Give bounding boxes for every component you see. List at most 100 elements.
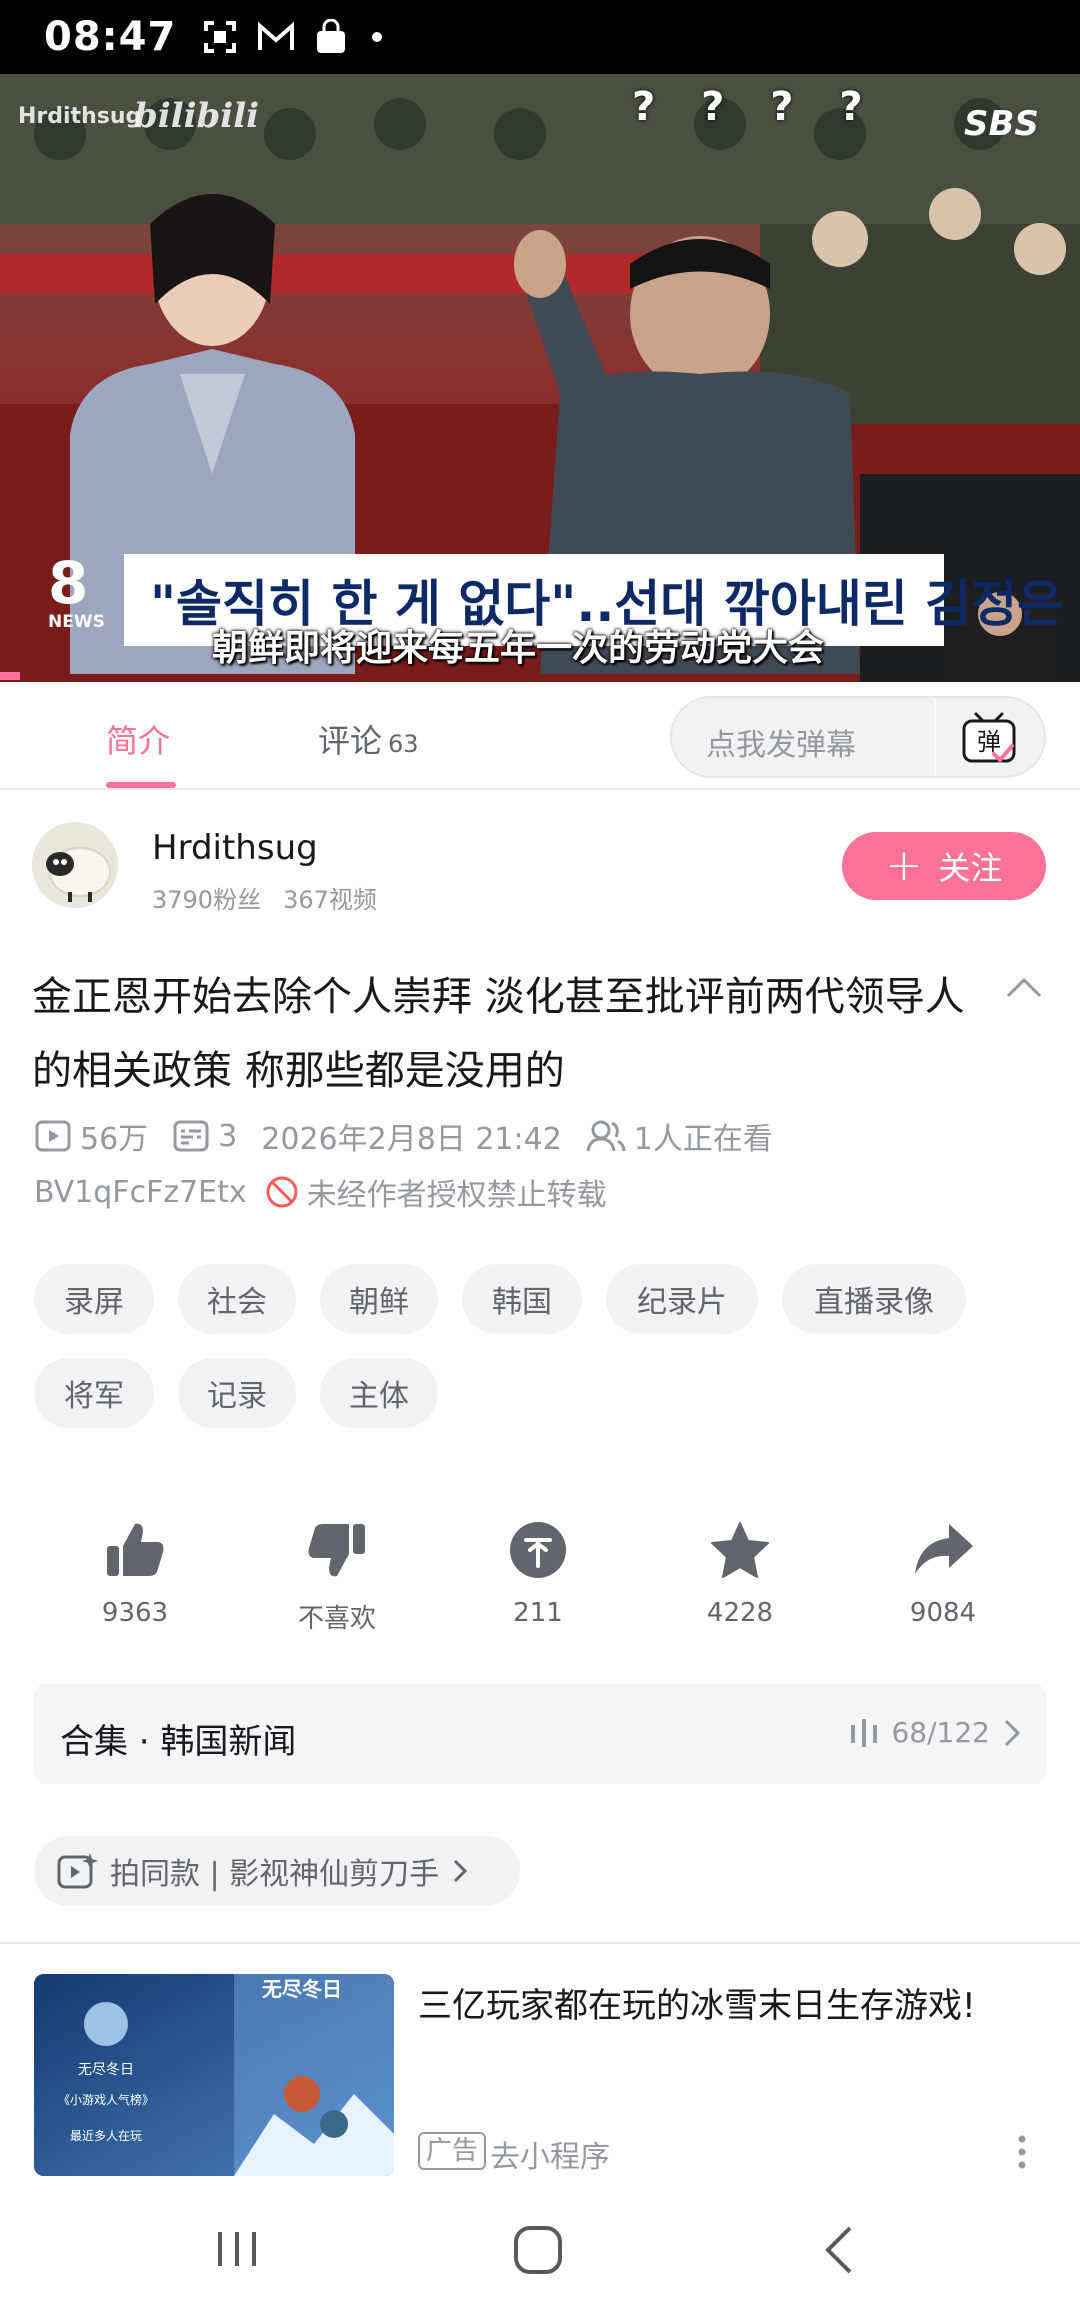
chevron-right-icon — [454, 1859, 468, 1883]
dislike-button[interactable]: 不喜欢 — [267, 1520, 407, 1635]
news-logo: 8 NEWS — [48, 554, 105, 632]
news-logo-number: 8 — [48, 549, 89, 617]
favorite-count: 4228 — [706, 1598, 774, 1628]
news-logo-text: NEWS — [48, 612, 105, 632]
ad-thumbnail-art: 无尽冬日 《小游戏人气榜》 最近多人在玩 无尽冬日 — [34, 1974, 394, 2176]
watching-people-icon — [586, 1120, 626, 1152]
uploader-videos: 367视频 — [283, 886, 377, 914]
publish-date: 2026年2月8日 21:42 — [261, 1122, 562, 1157]
ad-badge: 广告 — [418, 2132, 487, 2170]
ad-thumbnail[interactable]: 无尽冬日 《小游戏人气榜》 最近多人在玩 无尽冬日 — [34, 1974, 394, 2176]
tab-intro[interactable]: 简介 — [106, 716, 170, 762]
ad-thumb-line1: 《小游戏人气榜》 — [58, 2092, 154, 2107]
share-button[interactable]: 9084 — [873, 1520, 1013, 1628]
video-meta: 56万 3 2026年2月8日 21:42 1人正在看 — [34, 1114, 797, 1158]
playlist-bars-icon — [851, 1718, 878, 1747]
danmaku-toggle-icon[interactable]: 弹 — [958, 710, 1020, 768]
views-stat: 56万 — [34, 1114, 148, 1158]
uploader-stats: 3790粉丝 367视频 — [152, 880, 377, 915]
status-icons — [202, 19, 383, 55]
more-vertical-icon[interactable] — [1016, 2134, 1028, 2170]
tab-comments[interactable]: 评论 63 — [318, 716, 419, 762]
watching-stat: 1人正在看 — [586, 1114, 773, 1158]
danmaku-placeholder[interactable]: 点我发弹幕 — [706, 720, 856, 764]
copyright-notice: 未经作者授权禁止转载 — [265, 1170, 607, 1214]
coin-button[interactable]: 211 — [468, 1520, 608, 1628]
tag-item[interactable]: 韩国 — [462, 1264, 582, 1334]
danmaku-divider — [934, 698, 936, 776]
danmaku-count: 3 — [218, 1118, 238, 1154]
tab-comments-label: 评论 — [318, 722, 383, 760]
copyright-text: 未经作者授权禁止转载 — [306, 1178, 607, 1213]
tab-active-indicator — [106, 782, 176, 788]
tag-item[interactable]: 录屏 — [34, 1264, 154, 1334]
video-subtitle: 朝鲜即将迎来每五年一次的劳动党大会 — [212, 628, 825, 669]
watching-count: 1人正在看 — [633, 1122, 773, 1157]
coin-count: 211 — [513, 1598, 563, 1628]
dislike-label: 不喜欢 — [297, 1604, 376, 1634]
notification-dot — [372, 32, 383, 42]
follow-label: 关注 — [938, 849, 1003, 887]
tag-item[interactable]: 将军 — [34, 1358, 154, 1428]
uploader-name[interactable]: Hrdithsug — [152, 828, 318, 868]
thumbs-down-icon — [308, 1524, 365, 1577]
play-count-icon — [35, 1120, 71, 1152]
share-count: 9084 — [909, 1598, 977, 1628]
tag-item[interactable]: 朝鲜 — [320, 1264, 438, 1334]
ad-title[interactable]: 三亿玩家都在玩的冰雪末日生存游戏! — [418, 1978, 976, 2027]
thumbs-up-icon — [107, 1523, 164, 1576]
danmaku-count-icon — [173, 1120, 209, 1152]
collection-card[interactable]: 合集 · 韩国新闻 68/122 — [34, 1684, 1046, 1784]
same-style-label: 拍同款 | 影视神仙剪刀手 — [110, 1857, 440, 1892]
chevron-right-icon — [1004, 1719, 1021, 1746]
ad-thumb-game-name: 无尽冬日 — [78, 2062, 134, 2078]
sheep-avatar-icon — [32, 822, 118, 908]
back-icon[interactable] — [818, 2224, 858, 2276]
tab-comments-count: 63 — [388, 730, 419, 758]
avatar[interactable] — [32, 822, 118, 908]
video-title: 金正恩开始去除个人崇拜 淡化甚至批评前两代领导人的相关政策 称那些都是没用的 — [32, 974, 965, 1094]
tag-item[interactable]: 纪录片 — [606, 1264, 758, 1334]
tag-item[interactable]: 记录 — [178, 1358, 296, 1428]
video-progress-bar[interactable] — [0, 672, 20, 680]
watermark-user: Hrdithsug — [18, 104, 142, 129]
no-repost-icon — [266, 1176, 298, 1208]
status-bar: 08:47 — [0, 0, 1080, 74]
home-icon[interactable] — [512, 2224, 564, 2276]
like-button[interactable]: 9363 — [65, 1520, 205, 1628]
star-icon — [711, 1522, 769, 1578]
status-time: 08:47 — [44, 14, 177, 60]
like-count: 9363 — [101, 1598, 169, 1628]
recent-apps-icon[interactable] — [212, 2224, 262, 2274]
broadcaster-logo: SBS — [964, 104, 1039, 144]
collection-progress: 68/122 — [849, 1716, 1022, 1749]
danmaku-stat: 3 — [172, 1119, 237, 1154]
tag-item[interactable]: 直播录像 — [782, 1264, 966, 1334]
mail-icon — [258, 21, 295, 50]
ad-thumb-line2: 最近多人在玩 — [70, 2129, 142, 2143]
follow-button[interactable]: + 关注 — [842, 832, 1046, 900]
overlay-marks: ? ? ? ? — [632, 84, 879, 130]
same-style-button[interactable]: 拍同款 | 影视神仙剪刀手 — [34, 1836, 520, 1906]
video-player[interactable]: Hrdithsug bilibili ? ? ? ? SBS 8 NEWS "솔… — [0, 74, 1080, 682]
share-arrow-icon — [915, 1524, 973, 1574]
uploader-fans: 3790粉丝 — [152, 886, 262, 914]
collection-title: 合集 · 韩国新闻 — [60, 1722, 297, 1762]
system-nav-bar — [0, 2200, 1080, 2316]
section-divider — [0, 1942, 1080, 1944]
bvid-row: BV1qFcFz7Etx 未经作者授权禁止转载 — [34, 1170, 607, 1214]
ad-mini-program-link[interactable]: 去小程序 — [490, 2132, 610, 2176]
danmaku-input[interactable]: 点我发弹幕 弹 — [670, 696, 1046, 778]
tag-item[interactable]: 主体 — [320, 1358, 438, 1428]
video-template-icon — [57, 1853, 98, 1889]
tag-item[interactable]: 社会 — [178, 1264, 296, 1334]
plus-icon: + — [885, 840, 923, 891]
bilibili-logo: bilibili — [134, 96, 260, 136]
bvid: BV1qFcFz7Etx — [34, 1174, 247, 1210]
coin-icon — [510, 1522, 566, 1578]
ad-thumb-logo: 无尽冬日 — [262, 1977, 342, 2001]
collection-progress-text: 68/122 — [891, 1716, 990, 1749]
chevron-up-icon[interactable] — [1004, 976, 1044, 1000]
favorite-button[interactable]: 4228 — [670, 1520, 810, 1628]
danmaku-icon-char: 弹 — [977, 728, 1001, 756]
